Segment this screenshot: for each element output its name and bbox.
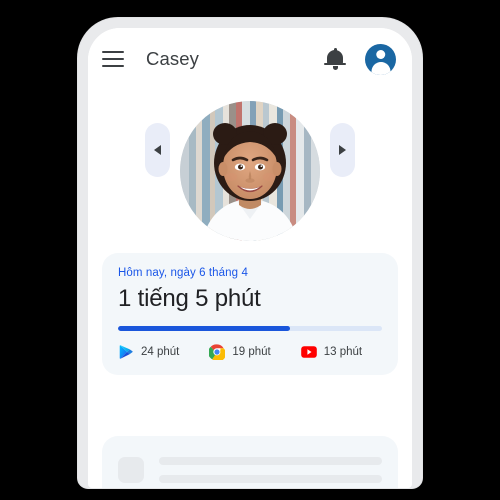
app-usage-list: 24 phút 19 phút 13 phút bbox=[118, 344, 382, 360]
youtube-icon bbox=[300, 346, 317, 358]
phone-screen: Casey Hôm nay, ngày 6 tháng 4 1 tiếng 5 … bbox=[88, 28, 412, 488]
screen-time-progress-bar bbox=[118, 326, 382, 331]
chrome-icon bbox=[209, 344, 226, 360]
carousel-next-button[interactable] bbox=[330, 123, 355, 177]
play-store-icon bbox=[119, 345, 133, 359]
app-bar: Casey bbox=[88, 28, 412, 90]
screen-time-summary-card: Hôm nay, ngày 6 tháng 4 1 tiếng 5 phút 2… bbox=[102, 253, 398, 375]
app-usage-label: 13 phút bbox=[323, 346, 363, 358]
placeholder-thumbnail bbox=[118, 457, 144, 483]
carousel-prev-button[interactable] bbox=[145, 123, 170, 177]
profile-carousel bbox=[88, 90, 412, 250]
app-usage-label: 19 phút bbox=[232, 346, 271, 358]
placeholder-card bbox=[102, 436, 398, 488]
summary-date-label: Hôm nay, ngày 6 tháng 4 bbox=[118, 267, 248, 279]
app-usage-item-play-store[interactable]: 24 phút bbox=[118, 344, 179, 360]
page-title: Casey bbox=[146, 48, 199, 69]
placeholder-line bbox=[159, 475, 382, 483]
screenshot-stage: Casey Hôm nay, ngày 6 tháng 4 1 tiếng 5 … bbox=[0, 0, 500, 500]
chevron-left-icon bbox=[154, 145, 161, 155]
summary-total-time: 1 tiếng 5 phút bbox=[118, 285, 261, 312]
app-usage-label: 24 phút bbox=[141, 346, 180, 358]
user-avatar-icon[interactable] bbox=[365, 43, 396, 75]
chevron-right-icon bbox=[339, 145, 346, 155]
app-usage-item-youtube[interactable]: 13 phút bbox=[300, 344, 363, 360]
app-usage-item-chrome[interactable]: 19 phút bbox=[209, 344, 271, 360]
placeholder-lines bbox=[159, 457, 382, 483]
notification-bell-icon[interactable] bbox=[323, 46, 347, 72]
child-profile-photo[interactable] bbox=[180, 101, 320, 241]
progress-bar-fill bbox=[118, 326, 290, 331]
placeholder-line bbox=[159, 457, 382, 465]
hamburger-menu-icon[interactable] bbox=[102, 46, 128, 72]
